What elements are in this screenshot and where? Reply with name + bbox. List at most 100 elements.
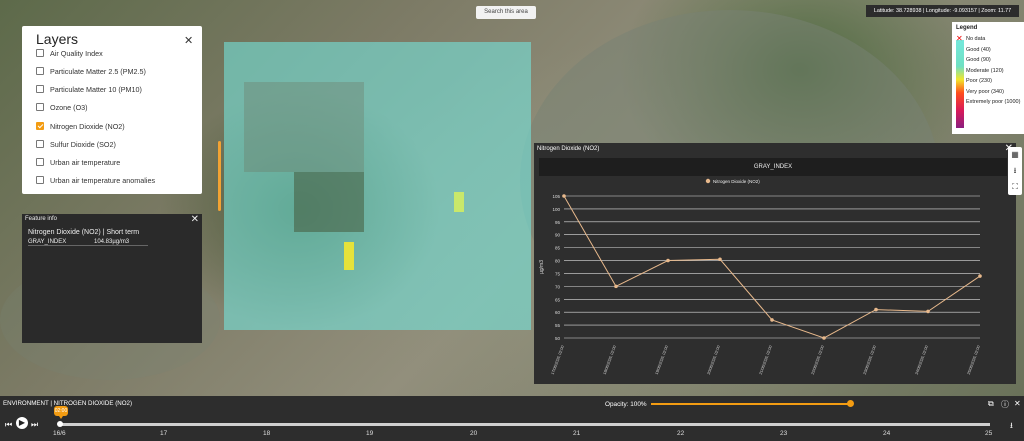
layer-item-ozone[interactable]: Ozone (O3) [36,102,88,114]
current-date: 16/6 [53,430,66,437]
feature-info-subtitle: Nitrogen Dioxide (NO2) | Short term [28,229,140,236]
layers-title: Layers [36,31,79,47]
layer-item-pm25[interactable]: Particulate Matter 2.5 (PM2.5) [36,66,146,78]
timeline-bar: ENVIRONMENT | NITROGEN DIOXIDE (NO2) Opa… [0,396,1024,441]
legend-item: Good (90) [966,57,991,63]
legend-item: Moderate (120) [966,67,1004,74]
layer-item-so2[interactable]: Sulfur Dioxide (SO2) [36,139,116,151]
y-tick-label: 70 [555,284,561,289]
opacity-label: Opacity: 100% [605,401,647,408]
checkbox[interactable] [36,103,44,112]
legend-item: Good (40) [966,46,991,53]
no2-heatmap-layer [224,42,531,330]
x-tick-label: 22/06/2026, 02:00 [811,345,825,375]
close-icon[interactable]: ✕ [1014,399,1021,408]
legend-item: Poor (230) [966,78,992,84]
timeline-tick: 18 [263,430,271,437]
timeline-handle[interactable] [57,421,63,427]
timeline-tick: 20 [470,430,478,437]
layer-item-urban-air-temp[interactable]: Urban air temperature [36,157,120,169]
y-tick-label: 95 [555,220,561,225]
y-axis-label: µg/m3 [539,260,545,274]
timeline-tick: 21 [573,430,581,437]
info-icon[interactable]: ⓘ [1001,399,1009,410]
close-icon[interactable]: ✕ [184,34,193,47]
scrollbar[interactable] [218,141,221,211]
download-icon[interactable]: ⭳ [1010,420,1013,434]
checkbox[interactable] [36,140,44,149]
checkbox[interactable] [36,85,44,94]
close-icon[interactable]: ✕ [191,214,199,225]
data-point [562,194,566,198]
x-tick-label: 25/06/2026, 02:00 [967,345,981,375]
y-tick-label: 65 [555,297,561,302]
x-tick-label: 18/06/2026, 02:00 [603,345,617,375]
play-icon[interactable]: ▶ [16,417,28,429]
layers-panel: Layers ✕ Air Quality Index Particulate M… [22,26,221,211]
x-tick-label: 19/06/2026, 02:00 [655,345,669,375]
x-tick-label: 24/06/2026, 02:00 [915,345,929,375]
feature-key: GRAY_INDEX [28,239,67,245]
legend-label: Nitrogen Dioxide (NO2) [713,179,760,184]
timeline-tick: 25 [985,430,993,437]
copy-icon[interactable]: ⧉ [988,399,994,409]
y-tick-label: 105 [552,194,560,199]
checkbox[interactable] [36,176,44,185]
feature-info-panel: Feature info ✕ Nitrogen Dioxide (NO2) | … [22,214,202,343]
data-point [978,274,982,278]
data-point [666,258,670,263]
y-tick-label: 50 [555,336,561,341]
data-point [718,257,722,262]
skip-back-icon[interactable]: ⏮ [5,420,12,430]
series-line [563,195,981,339]
timeline-tick: 19 [366,430,374,437]
checkbox-checked[interactable] [36,122,44,131]
legend-title: Legend [956,25,978,31]
checkbox[interactable] [36,67,44,76]
layer-item-no2[interactable]: Nitrogen Dioxide (NO2) [36,121,125,133]
active-layer-label: ENVIRONMENT | NITROGEN DIOXIDE (NO2) [3,400,133,407]
feature-value: 104.83µg/m3 [94,239,130,245]
y-tick-label: 80 [555,259,561,264]
data-point [822,336,826,340]
timeline-tick: 22 [677,430,685,437]
opacity-slider[interactable] [651,403,851,405]
layer-item-air-quality-index[interactable]: Air Quality Index [36,48,103,60]
x-tick-label: 21/06/2026, 02:00 [759,345,773,375]
legend-item: Extremely poor (1000) [966,99,1021,105]
legend-item: Very poor (340) [966,88,1004,95]
checkbox[interactable] [36,158,44,167]
legend-panel: Legend ✕ No data Good (40) Good (90) Mode… [952,22,1024,134]
checkbox[interactable] [36,49,44,58]
y-tick-label: 85 [555,246,561,251]
y-tick-label: 55 [555,323,561,328]
coordinates-readout: Latitude: 38.728938 | Longitude: -9.0931… [866,5,1019,17]
y-tick-label: 90 [555,233,561,238]
y-tick-label: 75 [555,271,561,276]
feature-info-row: GRAY_INDEX 104.83µg/m3 [28,239,148,246]
x-tick-label: 20/06/2026, 02:00 [707,345,721,375]
data-point [926,309,930,314]
legend-marker [705,178,711,184]
data-point [874,307,878,312]
search-this-area-button[interactable]: Search this area [476,6,536,19]
feature-info-title: Feature info [25,216,58,222]
y-tick-label: 60 [555,310,561,315]
skip-forward-icon[interactable]: ⏭ [31,420,38,430]
data-point [614,284,618,289]
download-icon[interactable]: ⭳ [1008,163,1022,179]
timeline-tick: 23 [780,430,788,437]
expand-icon[interactable]: ⛶ [1008,179,1022,195]
layer-item-pm10[interactable]: Particulate Matter 10 (PM10) [36,84,142,96]
y-tick-label: 100 [552,207,560,212]
opacity-slider-handle[interactable] [847,400,854,407]
layer-item-urban-air-temp-anomalies[interactable]: Urban air temperature anomalies [36,175,155,187]
table-icon[interactable]: ▦ [1008,147,1022,163]
x-tick-label: 23/06/2026, 02:00 [863,345,877,375]
timeline-track[interactable] [58,423,990,426]
chart-panel: Nitrogen Dioxide (NO2) ✕ GRAY_INDEX 5055… [534,143,1016,384]
legend-item: ✕ No data [956,34,986,43]
line-chart: 50 55 60 65 70 75 80 85 90 95 100 105 µg/m3 17/06/202… [539,178,982,375]
chart-toolbar: ▦ ⭳ ⛶ [1008,147,1022,195]
timeline-tick: 17 [160,430,168,437]
